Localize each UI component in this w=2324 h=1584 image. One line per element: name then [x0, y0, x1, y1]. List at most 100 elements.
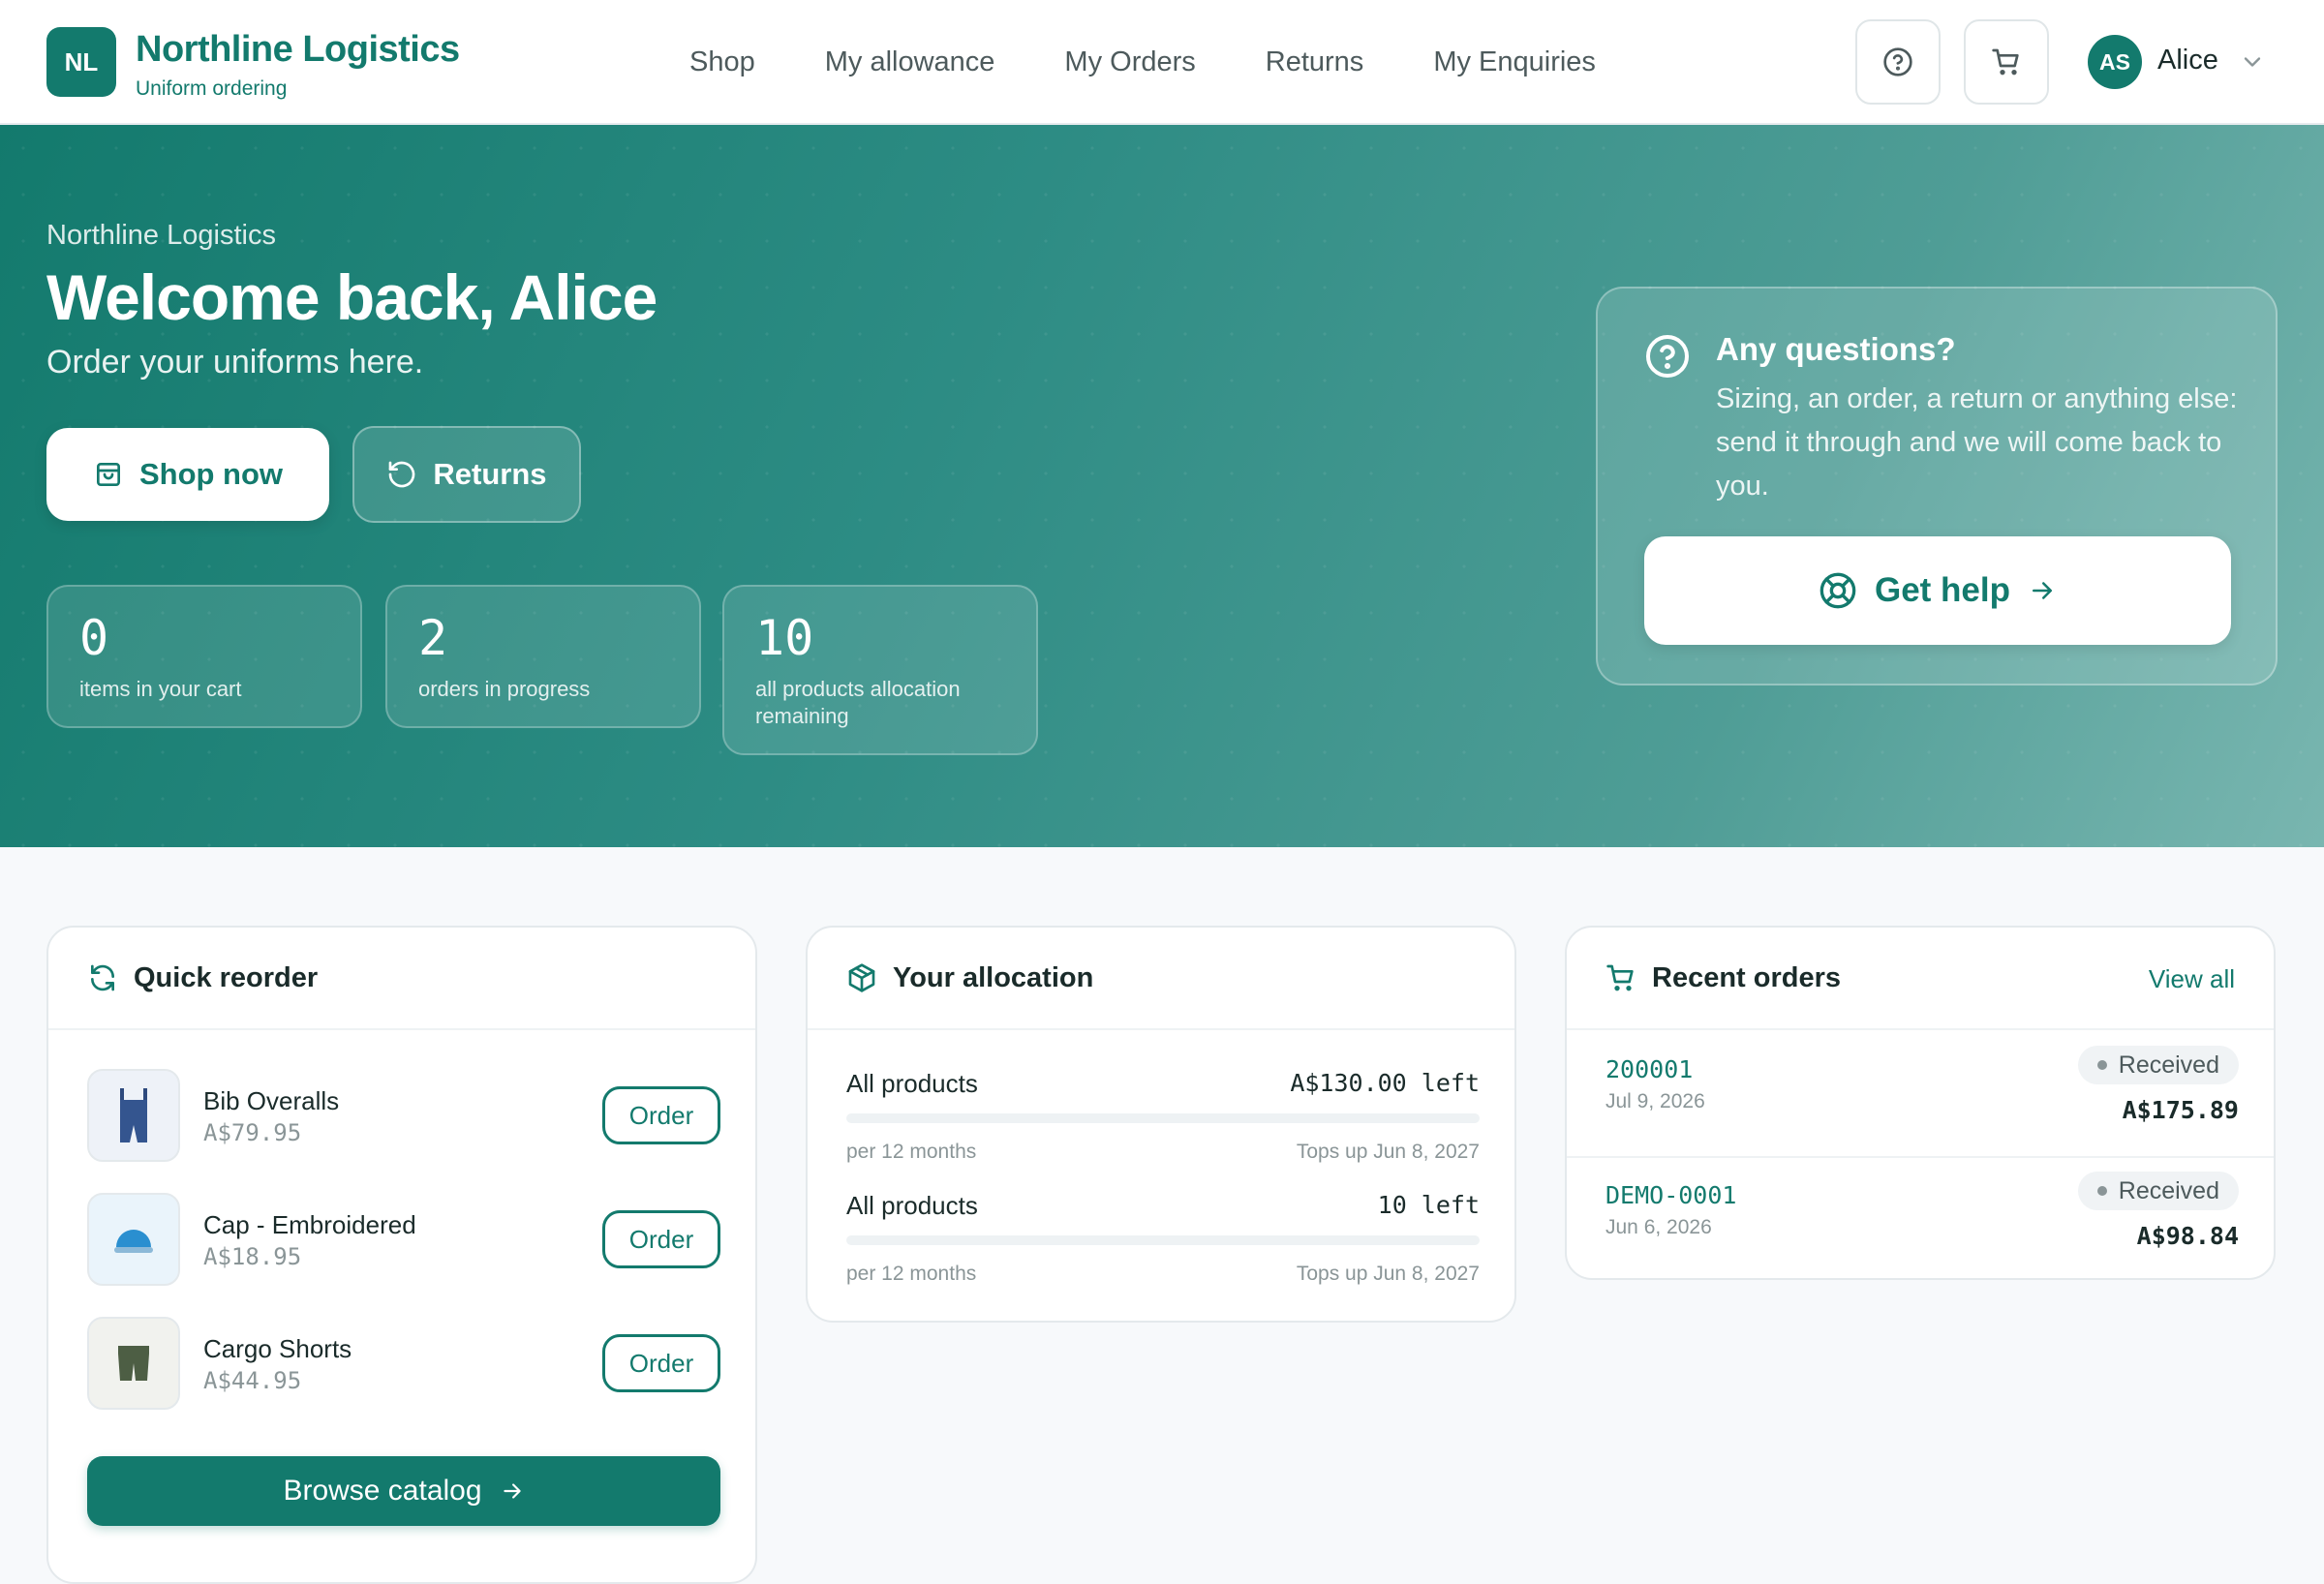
status-badge: Received [2077, 1046, 2239, 1084]
rotate-ccw-icon [389, 461, 415, 488]
hero-company: Northline Logistics [46, 220, 276, 251]
stat-allocation-remaining: 10 all products allocation remaining [722, 585, 1038, 755]
help-circle-icon [1883, 47, 1912, 76]
card-title: Your allocation [893, 962, 1094, 993]
status-text: Received [2118, 1176, 2219, 1204]
stat-label: items in your cart [79, 677, 242, 701]
allocation-card: Your allocation All products A$130.00 le… [806, 926, 1516, 1323]
allocation-progress-bar [846, 1113, 1480, 1123]
card-title: Recent orders [1652, 962, 1842, 993]
package-icon [848, 963, 875, 992]
arrow-right-icon [503, 1483, 521, 1499]
card-title: Quick reorder [134, 962, 319, 993]
hero-banner: Northline Logistics Welcome back, Alice … [0, 125, 2324, 847]
order-id[interactable]: DEMO-0001 [1605, 1181, 1736, 1209]
brand-subtitle: Uniform ordering [136, 77, 288, 100]
status-badge: Received [2077, 1172, 2239, 1210]
stat-label: orders in progress [418, 677, 591, 701]
logo-badge[interactable]: NL [46, 27, 116, 97]
quick-reorder-card: Quick reorder Bib Overalls A$79.95 Order… [46, 926, 757, 1584]
status-dot [2096, 1186, 2107, 1196]
help-circle-icon [1646, 335, 1689, 378]
stat-value: 2 [418, 610, 448, 666]
product-name[interactable]: Bib Overalls [203, 1086, 339, 1116]
shop-now-label: Shop now [138, 457, 284, 491]
order-id[interactable]: 200001 [1605, 1055, 1693, 1083]
returns-label: Returns [433, 457, 547, 491]
order-total: A$98.84 [2136, 1222, 2239, 1250]
cap-icon [114, 1230, 153, 1253]
stat-value: 0 [79, 610, 109, 666]
browse-catalog-button[interactable]: Browse catalog [87, 1456, 720, 1526]
product-price: A$44.95 [203, 1367, 302, 1394]
main-nav: Shop My allowance My Orders Returns My E… [689, 0, 1596, 125]
allocation-row: All products 10 left per 12 months Tops … [846, 1191, 1480, 1292]
product-name[interactable]: Cargo Shorts [203, 1334, 352, 1364]
product-price: A$79.95 [203, 1119, 302, 1146]
allocation-period: per 12 months [846, 1263, 977, 1285]
browse-catalog-label: Browse catalog [283, 1475, 482, 1507]
product-thumbnail[interactable] [87, 1193, 180, 1286]
product-price: A$18.95 [203, 1243, 302, 1270]
stat-label: all products allocation remaining [755, 677, 961, 728]
hero-subtitle: Order your uniforms here. [46, 344, 424, 381]
top-header: NL Northline Logistics Uniform ordering … [0, 0, 2324, 125]
product-thumbnail[interactable] [87, 1317, 180, 1410]
user-avatar[interactable]: AS [2088, 35, 2142, 89]
order-button[interactable]: Order [602, 1086, 720, 1144]
card-header: Recent orders View all [1567, 928, 2274, 1030]
allocation-topup: Tops up Jun 8, 2027 [1296, 1263, 1480, 1285]
order-total: A$175.89 [2122, 1096, 2239, 1124]
nav-my-enquiries[interactable]: My Enquiries [1433, 46, 1596, 78]
allocation-topup: Tops up Jun 8, 2027 [1296, 1141, 1480, 1163]
user-name[interactable]: Alice [2157, 45, 2218, 76]
allocation-remaining: A$130.00 left [1290, 1069, 1480, 1097]
cargo-shorts-icon [118, 1346, 149, 1381]
card-header: Your allocation [808, 928, 1514, 1030]
questions-text: Sizing, an order, a return or anything e… [1716, 383, 2238, 502]
view-all-link[interactable]: View all [2149, 964, 2235, 994]
recent-orders-card: Recent orders View all 200001 Jul 9, 202… [1565, 926, 2276, 1280]
returns-button[interactable]: Returns [352, 426, 581, 523]
allocation-period: per 12 months [846, 1141, 977, 1163]
order-button[interactable]: Order [602, 1210, 720, 1268]
nav-shop[interactable]: Shop [689, 46, 755, 78]
stat-cart-items: 0 items in your cart [46, 585, 362, 728]
questions-card: Any questions? Sizing, an order, a retur… [1596, 287, 2278, 685]
order-button[interactable]: Order [602, 1334, 720, 1392]
nav-returns[interactable]: Returns [1266, 46, 1364, 78]
allocation-remaining: 10 left [1377, 1191, 1480, 1219]
brand-name[interactable]: Northline Logistics [136, 29, 460, 71]
refresh-icon [91, 964, 114, 991]
cart-icon [1606, 964, 1634, 991]
allocation-progress-bar [846, 1235, 1480, 1245]
cart-icon [1992, 48, 2019, 76]
chevron-down-icon[interactable] [2239, 48, 2266, 76]
get-help-label: Get help [1874, 571, 2011, 609]
table-row[interactable]: DEMO-0001 Jun 6, 2026 Received A$98.84 [1605, 1156, 2239, 1282]
status-text: Received [2118, 1051, 2219, 1079]
card-header: Quick reorder [48, 928, 755, 1030]
life-buoy-icon [1819, 572, 1856, 609]
allocation-name: All products [846, 1069, 978, 1098]
arrow-right-icon [2033, 582, 2053, 599]
help-button[interactable] [1855, 19, 1941, 105]
cart-button[interactable] [1964, 19, 2049, 105]
bib-overalls-icon [120, 1088, 147, 1142]
product-name[interactable]: Cap - Embroidered [203, 1210, 416, 1240]
get-help-button[interactable]: Get help [1644, 536, 2231, 645]
nav-my-orders[interactable]: My Orders [1064, 46, 1195, 78]
questions-title: Any questions? [1716, 331, 1956, 367]
order-date: Jun 6, 2026 [1605, 1216, 1712, 1238]
allocation-name: All products [846, 1191, 978, 1220]
list-item: Bib Overalls A$79.95 Order [87, 1069, 720, 1162]
list-item: Cap - Embroidered A$18.95 Order [87, 1193, 720, 1286]
nav-my-allowance[interactable]: My allowance [825, 46, 995, 78]
hero-title: Welcome back, Alice [46, 261, 657, 333]
product-thumbnail[interactable] [87, 1069, 180, 1162]
shop-now-button[interactable]: Shop now [46, 428, 329, 521]
status-dot [2096, 1060, 2107, 1070]
stat-orders-in-progress: 2 orders in progress [385, 585, 701, 728]
order-date: Jul 9, 2026 [1605, 1090, 1705, 1112]
table-row[interactable]: 200001 Jul 9, 2026 Received A$175.89 [1605, 1030, 2239, 1156]
